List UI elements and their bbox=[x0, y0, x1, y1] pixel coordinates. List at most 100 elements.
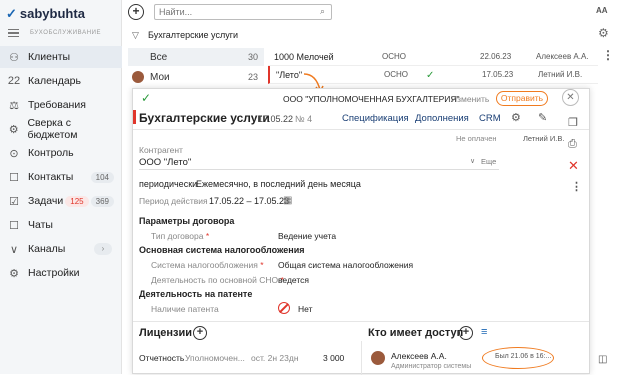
contacts-icon: ☐ bbox=[9, 171, 19, 184]
organization-name[interactable]: ООО "УПОЛНОМОЧЕННАЯ БУХГАЛТЕРИЯ" bbox=[283, 94, 460, 104]
chats-icon: ☐ bbox=[9, 219, 19, 232]
folder-all[interactable]: Все 30 bbox=[128, 48, 264, 66]
sidebar-item-clients[interactable]: ⚇ Клиенты bbox=[0, 46, 122, 68]
change-button[interactable]: Изменить bbox=[451, 94, 489, 104]
list-icon[interactable]: ≡ bbox=[481, 326, 487, 338]
people-icon: ⚇ bbox=[9, 51, 19, 64]
counterparty-label: Контрагент bbox=[139, 145, 183, 155]
budget-icon: ⚙ bbox=[8, 123, 19, 136]
status-badge: Не оплачен bbox=[456, 134, 497, 143]
report-amount: 3 000 bbox=[323, 353, 345, 363]
sidebar-item-label: Календарь bbox=[28, 75, 81, 87]
activity-label: Деятельность по основной СНО * bbox=[151, 275, 284, 285]
more-vertical-icon[interactable]: ⋮ bbox=[571, 180, 582, 193]
tab-additions[interactable]: Дополнения bbox=[415, 113, 469, 124]
more-vertical-icon[interactable]: ⋮ bbox=[602, 48, 614, 62]
sidebar-item-label: Каналы bbox=[28, 243, 66, 255]
folder-count: 30 bbox=[247, 52, 258, 62]
tasks-count-badge: 369 bbox=[90, 195, 114, 207]
selection-marker bbox=[133, 110, 136, 124]
tab-crm[interactable]: CRM bbox=[479, 113, 501, 124]
add-access-button[interactable]: + bbox=[459, 326, 473, 340]
more-link[interactable]: Еще bbox=[481, 157, 496, 166]
period-value[interactable]: 17.05.22 – 17.05.23 bbox=[209, 196, 289, 206]
row-date: 17.05.23 bbox=[482, 70, 514, 79]
sidebar-item-control[interactable]: ⊙ Контроль bbox=[0, 142, 122, 164]
gear-icon[interactable]: ⚙ bbox=[511, 111, 521, 124]
access-person-role: Администратор системы bbox=[391, 363, 472, 370]
sidebar-item-requirements[interactable]: ⚖ Требования bbox=[0, 94, 122, 116]
sidebar-item-label: Задачи bbox=[28, 195, 64, 207]
folder-title[interactable]: Бухгалтерские услуги bbox=[148, 30, 238, 40]
patent-label: Наличие патента bbox=[151, 304, 219, 314]
folder-count: 23 bbox=[247, 72, 258, 82]
counterparty-field[interactable]: ООО "Лето" bbox=[139, 157, 191, 168]
tasks-icon: ☑ bbox=[9, 195, 19, 208]
sidebar-item-budget[interactable]: ⚙ Сверка с бюджетом bbox=[0, 117, 122, 141]
channels-icon: ∨ bbox=[9, 243, 19, 256]
add-button[interactable]: + bbox=[128, 4, 144, 20]
print-icon[interactable]: ⎙ bbox=[568, 138, 577, 151]
report-value[interactable]: Уполномочен... bbox=[185, 353, 245, 363]
logo[interactable]: ✓ sabybuhta bbox=[6, 6, 85, 22]
filter-icon[interactable]: ▽ bbox=[132, 30, 139, 41]
row-name: 1000 Мелочей bbox=[274, 52, 334, 62]
search-icon[interactable]: ⌕ bbox=[320, 6, 325, 17]
font-size-icon[interactable]: AA bbox=[596, 6, 608, 15]
chevron-down-icon[interactable]: ∨ bbox=[470, 157, 475, 165]
periodic-label: периодически bbox=[139, 179, 198, 189]
check-icon[interactable]: ✓ bbox=[141, 91, 151, 105]
section-tax-system: Основная система налогообложения bbox=[139, 245, 305, 255]
sidebar-item-tasks[interactable]: ☑ Задачи 125 369 bbox=[0, 190, 122, 212]
section-patent: Деятельность на патенте bbox=[139, 289, 253, 299]
row-person: Алексеев А.А. bbox=[536, 52, 589, 61]
logo-mark-icon: ✓ bbox=[6, 6, 17, 21]
chevron-right-icon[interactable]: › bbox=[94, 243, 112, 255]
avatar[interactable] bbox=[371, 351, 385, 365]
sidebar-item-contacts[interactable]: ☐ Контакты 104 bbox=[0, 166, 122, 188]
close-icon[interactable]: ✕ bbox=[562, 89, 579, 106]
sidebar-item-chats[interactable]: ☐ Чаты bbox=[0, 214, 122, 236]
sidebar-item-label: Клиенты bbox=[28, 51, 71, 63]
add-license-button[interactable]: + bbox=[193, 326, 207, 340]
menu-icon[interactable] bbox=[8, 29, 19, 37]
page-title: Бухгалтерские услуги bbox=[139, 111, 270, 125]
contract-type-label: Тип договора * bbox=[151, 231, 210, 241]
folder-mine[interactable]: Мои 23 bbox=[128, 68, 264, 86]
contract-type-value[interactable]: Ведение учета bbox=[278, 231, 336, 241]
report-label[interactable]: Отчетность bbox=[139, 353, 184, 363]
copy-icon[interactable]: ❐ bbox=[568, 116, 578, 129]
tab-specification[interactable]: Спецификация bbox=[342, 113, 409, 124]
patent-value[interactable]: Нет bbox=[298, 304, 312, 314]
sidebar: ✓ sabybuhta БУХОБСЛУЖИВАНИЕ ⚇ Клиенты 22 … bbox=[0, 0, 122, 374]
periodic-value[interactable]: Ежемесячно, в последний день месяца bbox=[196, 179, 361, 189]
row-name: "Лето" bbox=[276, 70, 303, 80]
activity-value[interactable]: ведется bbox=[278, 275, 309, 285]
document-number[interactable]: № 4 bbox=[295, 114, 312, 124]
edit-icon[interactable]: ✎ bbox=[538, 111, 547, 124]
no-entry-icon[interactable] bbox=[278, 302, 290, 314]
sidebar-item-label: Требования bbox=[28, 99, 86, 111]
row-tax: ОСНО bbox=[382, 52, 406, 61]
responsible-person[interactable]: Летний И.В. bbox=[523, 134, 564, 143]
gear-icon[interactable]: ⚙ bbox=[598, 26, 609, 40]
licenses-title: Лицензии bbox=[139, 327, 192, 339]
document-date[interactable]: 17.05.22 bbox=[258, 114, 293, 124]
search-input[interactable] bbox=[154, 4, 332, 20]
sidebar-item-label: Настройки bbox=[28, 267, 80, 279]
panel-toggle-icon[interactable]: ◫ bbox=[598, 354, 607, 365]
sidebar-item-calendar[interactable]: 22 Календарь bbox=[0, 70, 122, 92]
table-row[interactable]: 1000 Мелочей ОСНО 22.06.23 Алексеев А.А. bbox=[268, 48, 598, 66]
report-period: ост. 2н 23дн bbox=[251, 353, 299, 363]
folder-label: Все bbox=[150, 51, 168, 63]
send-button[interactable]: Отправить bbox=[496, 91, 548, 106]
sidebar-item-settings[interactable]: ⚙ Настройки bbox=[0, 262, 122, 284]
row-person: Летний И.В. bbox=[538, 70, 583, 79]
tax-system-value[interactable]: Общая система налогообложения bbox=[278, 260, 413, 270]
delete-icon[interactable]: ✕ bbox=[568, 158, 579, 174]
sidebar-item-channels[interactable]: ∨ Каналы › bbox=[0, 238, 122, 260]
access-person-name[interactable]: Алексеев А.А. bbox=[391, 351, 447, 361]
calendar-icon[interactable]: ▦ bbox=[283, 195, 292, 206]
annotation-oval bbox=[482, 347, 554, 369]
row-tax: ОСНО bbox=[384, 70, 408, 79]
